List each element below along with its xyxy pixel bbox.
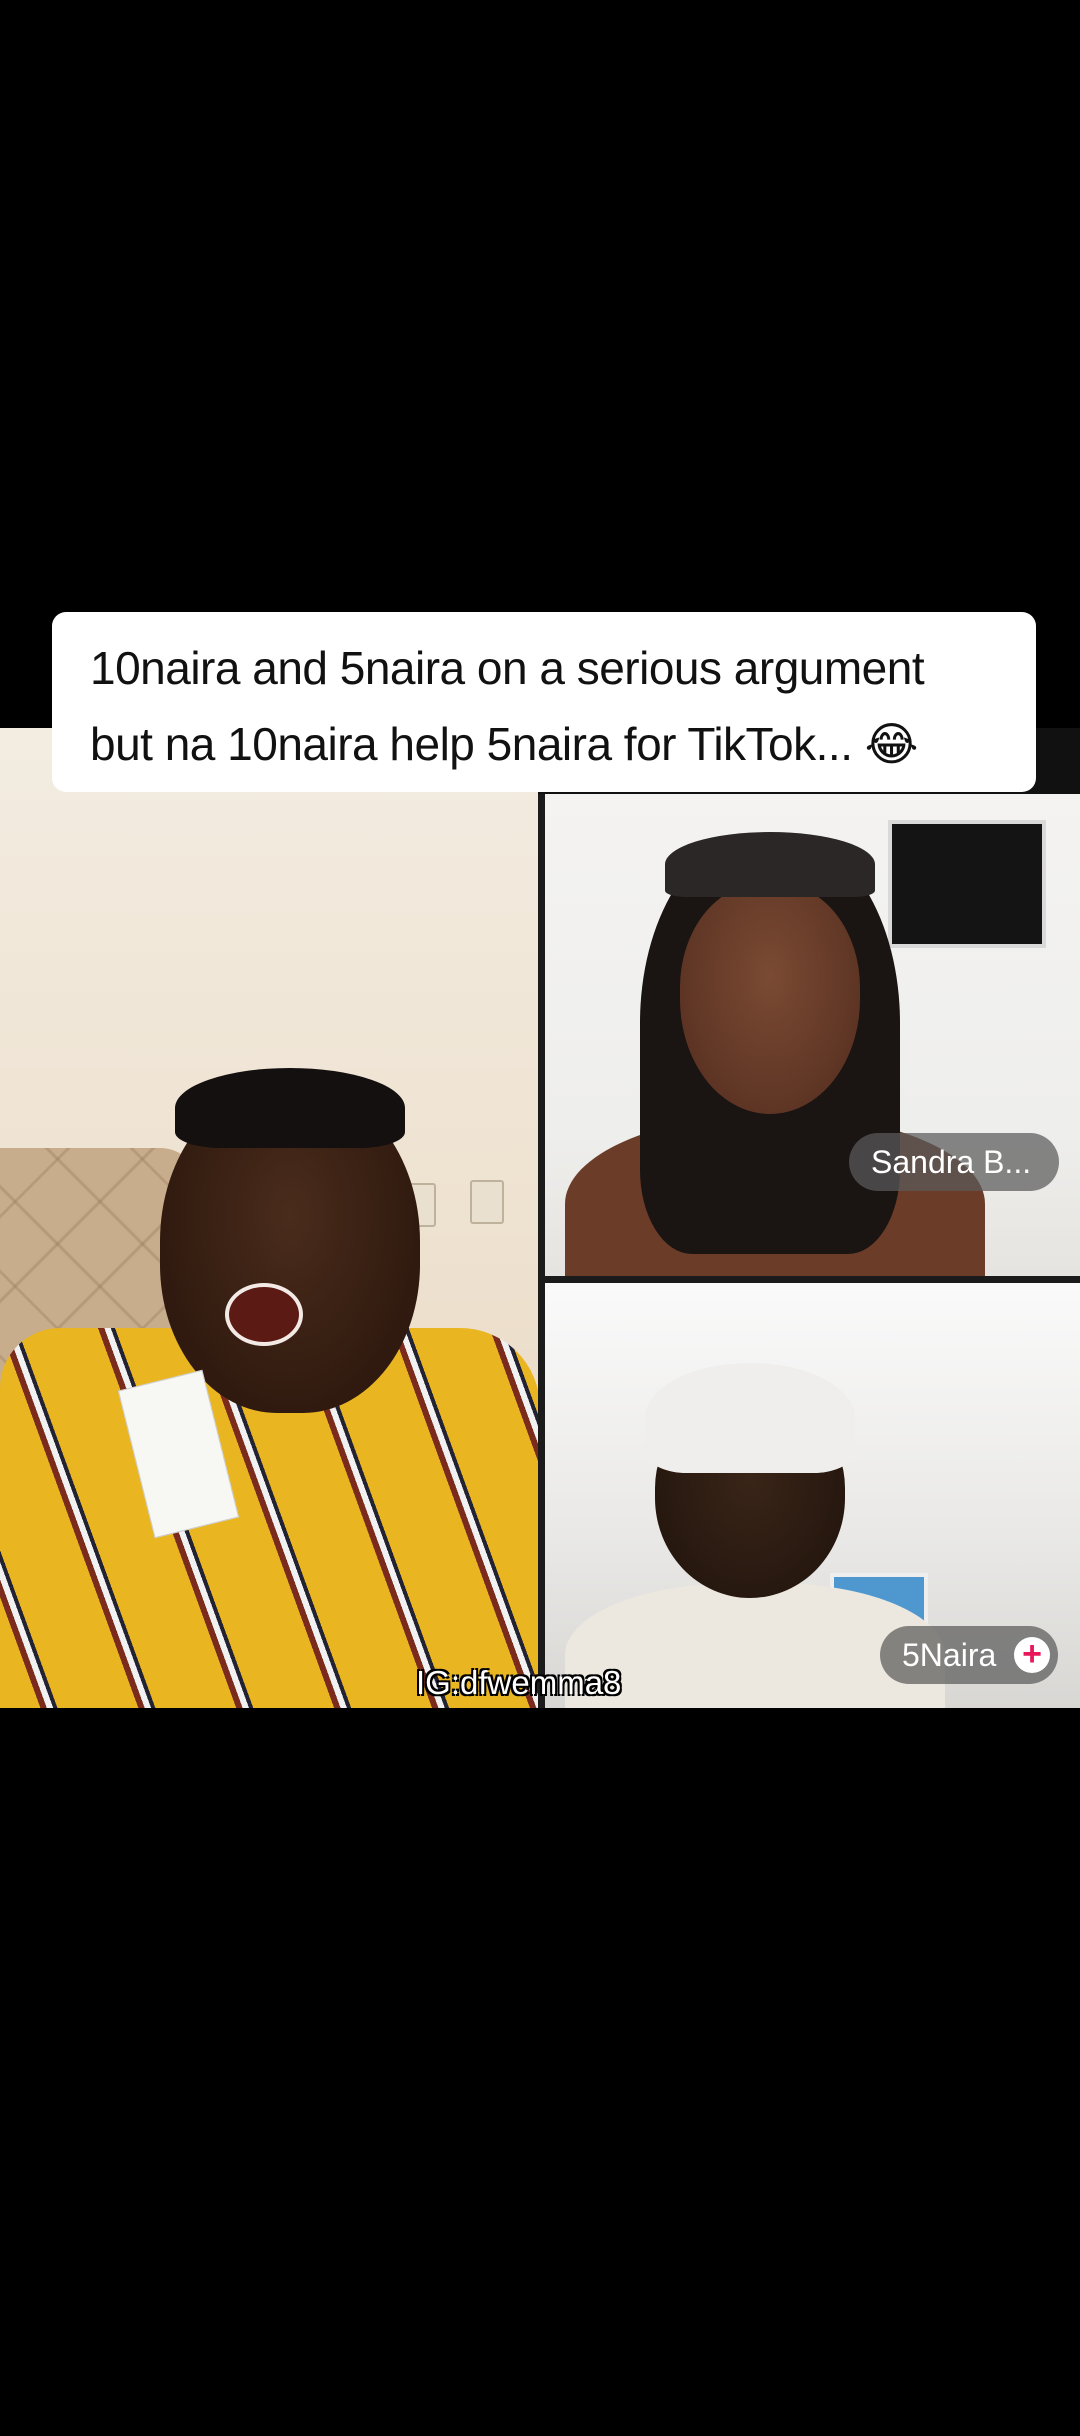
- video-caption-card: 10naira and 5naira on a serious argument…: [52, 612, 1036, 792]
- participant-bottom-right-cap: [645, 1363, 855, 1473]
- participant-name-tag-sandra[interactable]: Sandra B...: [849, 1133, 1059, 1191]
- participant-top-right-headband: [665, 832, 875, 897]
- participant-left-mouth: [225, 1283, 303, 1346]
- participant-top-right-face: [680, 884, 860, 1114]
- participant-name-label: 5Naira: [902, 1637, 997, 1673]
- video-screen[interactable]: 10naira and 5naira on a serious argument…: [0, 0, 1080, 2436]
- plus-icon[interactable]: +: [1014, 1637, 1050, 1673]
- participant-name-tag-5naira[interactable]: 5Naira +: [880, 1626, 1058, 1684]
- video-player[interactable]: [0, 728, 1080, 1708]
- wall-tv: [888, 820, 1046, 948]
- caption-line-2: but na 10naira help 5naira for TikTok...…: [90, 718, 919, 770]
- tile-divider-horizontal: [545, 1276, 1080, 1283]
- caption-line-1: 10naira and 5naira on a serious argument: [90, 642, 925, 694]
- tile-divider-vertical: [538, 794, 545, 1708]
- participant-left-hair: [175, 1068, 405, 1148]
- instagram-watermark: IG:dfwemma8: [416, 1664, 622, 1701]
- light-switch: [470, 1180, 504, 1224]
- participant-tile-left: [0, 728, 538, 1708]
- participant-tile-top-right: [545, 794, 1080, 1276]
